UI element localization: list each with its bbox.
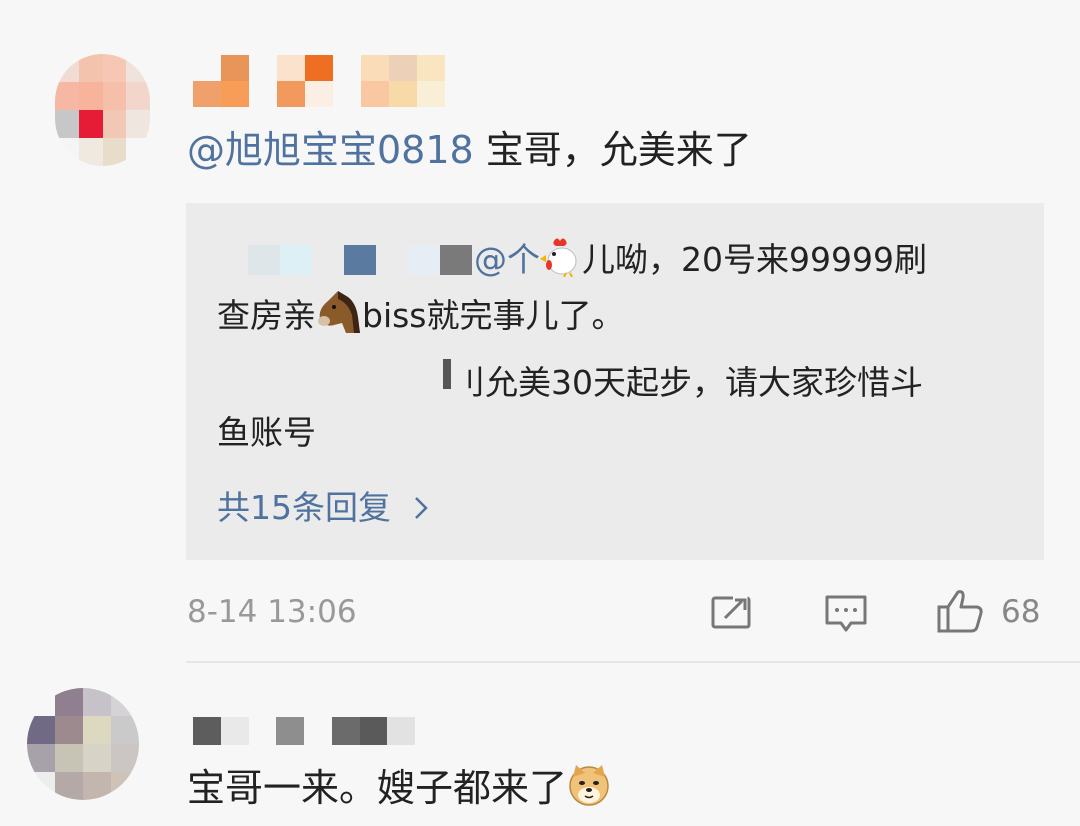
thumbs-up-icon[interactable] <box>936 588 984 634</box>
comment-body: 宝哥一来。嫂子都来了 <box>187 763 611 810</box>
share-edit-icon[interactable] <box>711 594 753 630</box>
reply-line-3-text: 刂允美30天起步，请大家珍惜斗 <box>452 363 923 402</box>
chevron-right-icon <box>414 497 428 519</box>
username-blurred[interactable] <box>193 717 415 745</box>
reply-mention-link[interactable]: @个 <box>474 240 540 279</box>
reply-author-2-blurred <box>443 359 451 389</box>
comment-divider <box>186 661 1080 663</box>
comment-timestamp: 8-14 13:06 <box>187 594 357 630</box>
reply-line-2-text-a: 查房亲 <box>217 296 316 335</box>
reply-line-3: 刂允美30天起步，请大家珍惜斗 <box>452 363 923 403</box>
reply-line-2: 查房亲 biss就完事儿了。 <box>217 289 625 336</box>
username-blurred[interactable] <box>193 55 445 107</box>
doge-emoji <box>569 765 609 806</box>
comment-body: @旭旭宝宝0818 宝哥，允美来了 <box>187 128 752 172</box>
reply-line-1-text: 儿呦，20号来99999刷 <box>582 240 927 279</box>
avatar[interactable] <box>55 54 150 166</box>
reply-line-1: @个 儿呦，20号来99999刷 <box>474 237 927 280</box>
avatar[interactable] <box>27 688 139 800</box>
reply-line-4-text: 鱼账号 <box>217 413 316 452</box>
user-mention-link[interactable]: @旭旭宝宝0818 <box>187 128 474 172</box>
more-replies-label: 共15条回复 <box>217 488 391 527</box>
reply-line-4: 鱼账号 <box>217 413 316 453</box>
more-replies-link[interactable]: 共15条回复 <box>217 488 434 528</box>
horse-emoji <box>318 291 360 333</box>
comment-text: 宝哥，允美来了 <box>473 128 752 172</box>
comment-icon[interactable] <box>824 594 868 634</box>
reply-line-2-text-b: biss就完事儿了。 <box>362 296 625 335</box>
reply-preview-box[interactable]: @个 儿呦，20号来99999刷 查房亲 biss就完事儿了。 刂允美30天起步… <box>186 203 1044 560</box>
reply-author-blurred <box>216 245 472 275</box>
rooster-emoji <box>540 238 577 277</box>
comment-text: 宝哥一来。嫂子都来了 <box>187 766 568 810</box>
like-count: 68 <box>1001 594 1041 630</box>
